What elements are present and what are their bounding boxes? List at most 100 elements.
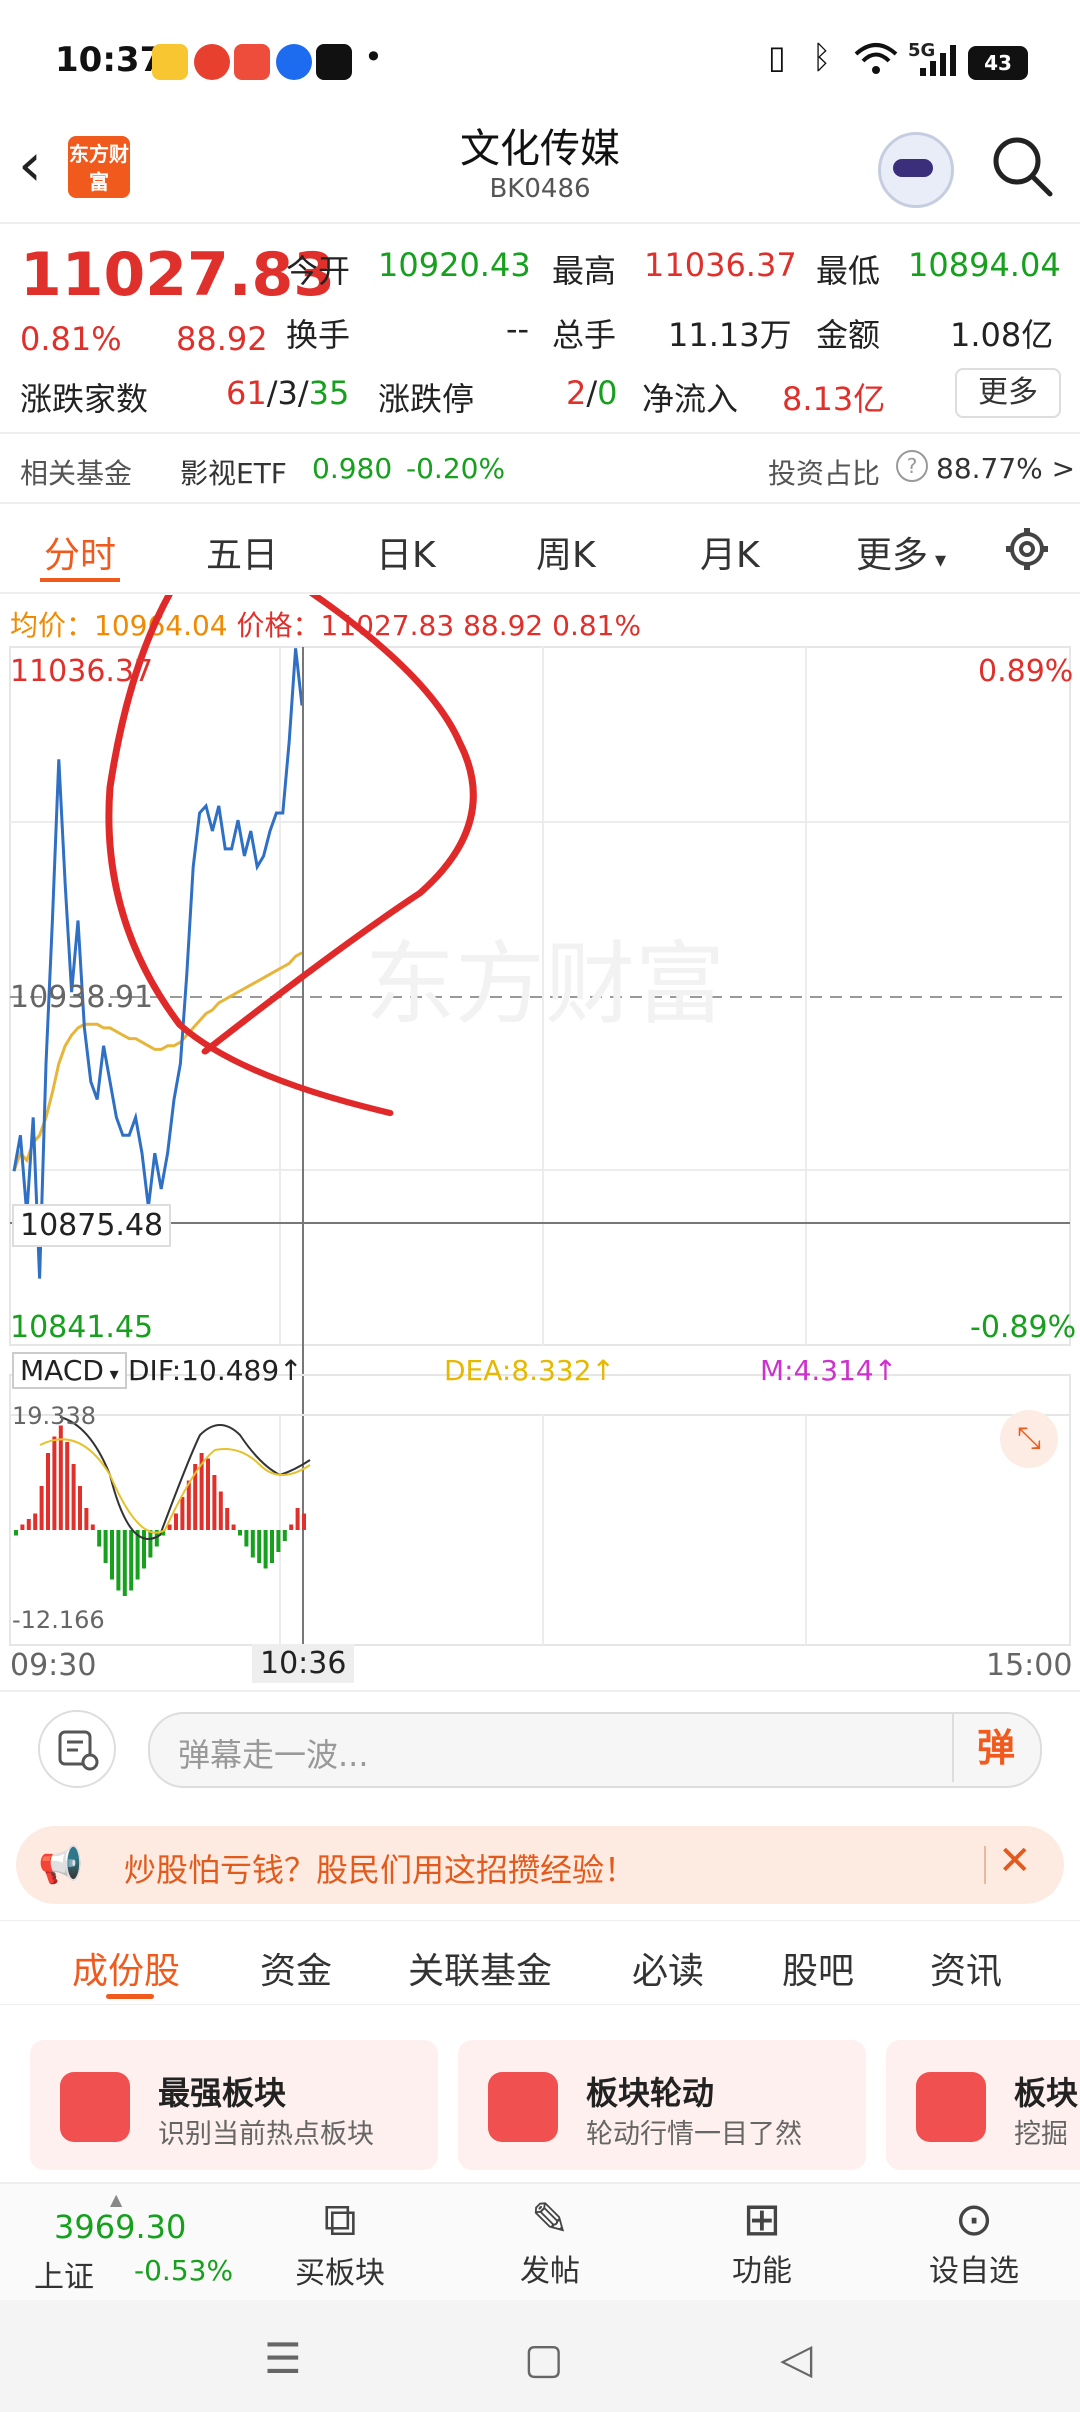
chevron-up-icon[interactable]: ▲	[110, 2190, 122, 2209]
dif-value: DIF:10.489↑	[128, 1354, 303, 1387]
battery-icon: 43	[968, 46, 1028, 80]
buy-sector-icon: ⧉	[323, 2192, 357, 2246]
macd-bar	[302, 1513, 306, 1530]
card-rotation-sub: 轮动行情一目了然	[586, 2119, 802, 2150]
limit-label: 涨跌停	[378, 380, 475, 418]
high-value: 11036.37	[644, 246, 797, 284]
more-button[interactable]: 更多	[955, 368, 1061, 418]
tab-monthly-k[interactable]: 月K	[700, 526, 760, 578]
macd-label: MACD	[20, 1354, 104, 1387]
card-partial-title: 板块	[1014, 2074, 1079, 2112]
invest-ratio-label: 投资占比	[768, 457, 881, 490]
index-pct[interactable]: -0.53%	[134, 2254, 233, 2287]
promo-text[interactable]: 炒股怕亏钱？股民们用这招攒经验！	[124, 1845, 636, 1891]
megaphone-icon: 📢	[38, 1845, 83, 1886]
nav-buy-sector[interactable]: ⧉ 买板块	[290, 2192, 390, 2292]
nav-add-watchlist[interactable]: ⊙ 设自选	[924, 2192, 1024, 2290]
system-nav-bar: ☰ ▢ ◁	[0, 2300, 1080, 2412]
inflow-value: 8.13亿	[782, 380, 886, 418]
active-tab-underline	[106, 1994, 154, 1999]
tab-funds[interactable]: 资金	[260, 1942, 332, 1994]
tab-related-funds[interactable]: 关联基金	[408, 1942, 552, 1994]
nav-post[interactable]: ✎ 发帖	[500, 2192, 600, 2290]
price-line	[12, 648, 304, 1279]
message-list-icon[interactable]	[38, 1710, 116, 1788]
macd-bar	[46, 1453, 50, 1530]
macd-bar	[122, 1530, 127, 1596]
y-bottom-label: 10841.45	[10, 1310, 154, 1345]
tab-more-label: 更多	[856, 535, 929, 576]
macd-bar	[71, 1464, 76, 1530]
back-nav-icon[interactable]: ◁	[780, 2334, 812, 2383]
y-mid-label: 10938.91	[10, 980, 154, 1015]
signal-icon	[920, 45, 956, 76]
card-rotation-title: 板块轮动	[586, 2074, 715, 2112]
index-name[interactable]: 上证	[34, 2252, 94, 2296]
intraday-chart[interactable]: 东方财富	[0, 595, 1080, 1695]
macd-bar	[295, 1508, 300, 1530]
tab-daily-k[interactable]: 日K	[376, 526, 436, 578]
macd-bar	[84, 1508, 89, 1530]
layers-icon	[916, 2072, 986, 2142]
macd-bar	[180, 1497, 185, 1530]
tab-more[interactable]: 更多 ▾	[856, 526, 946, 578]
capcut-app-icon	[316, 44, 352, 80]
price-polyline	[12, 648, 304, 1279]
y-bottom-pct-label: -0.89%	[970, 1310, 1077, 1345]
status-bar: 10:37 • ▯ ᛒ 5G 43	[0, 0, 1080, 120]
macd-bar	[282, 1530, 287, 1541]
tab-guba[interactable]: 股吧	[782, 1942, 854, 1994]
updown-counts: 61/3/35	[226, 374, 350, 412]
search-icon[interactable]	[990, 134, 1054, 198]
tab-intraday[interactable]: 分时	[44, 526, 116, 578]
meituan-app-icon	[152, 44, 188, 80]
invest-ratio-value[interactable]: 88.77% >	[936, 452, 1075, 485]
amount-value: 1.08亿	[950, 316, 1054, 354]
tab-must-read[interactable]: 必读	[632, 1942, 704, 1994]
rotation-icon	[488, 2072, 558, 2142]
macd-bar	[103, 1530, 108, 1563]
change-value: 88.92	[176, 320, 268, 358]
assistant-robot-icon[interactable]	[878, 132, 954, 208]
sector-chart-icon	[60, 2072, 130, 2142]
index-value[interactable]: 3969.30	[54, 2208, 186, 2246]
related-fund-label: 相关基金	[20, 457, 133, 490]
macd-bar	[238, 1530, 242, 1536]
macd-bar	[244, 1530, 249, 1547]
home-icon[interactable]: ▢	[524, 2334, 564, 2383]
header: ‹ 东方财富 文化传媒 BK0486	[0, 110, 1080, 220]
x-tick-crosshair: 10:36	[252, 1644, 355, 1683]
card-partial-sub: 挖掘	[1014, 2119, 1068, 2150]
danmaku-toggle-button[interactable]: 弹	[952, 1714, 1038, 1782]
flat-count: 3	[277, 374, 298, 412]
tab-weekly-k[interactable]: 周K	[536, 526, 596, 578]
macd-bar	[90, 1524, 95, 1530]
help-icon[interactable]: ?	[896, 450, 928, 482]
weibo-app-icon	[194, 44, 230, 80]
menu-icon[interactable]: ☰	[264, 2334, 302, 2383]
fund-name[interactable]: 影视ETF	[180, 452, 287, 492]
macd-bar	[142, 1530, 146, 1569]
macd-bar	[270, 1530, 274, 1563]
y-top-label: 11036.37	[10, 654, 154, 689]
nav-functions[interactable]: ⊞ 功能	[712, 2192, 812, 2290]
danmaku-placeholder: 弹幕走一波...	[178, 1736, 369, 1774]
browser-app-icon	[276, 44, 312, 80]
bluetooth-icon: ᛒ	[812, 38, 832, 76]
updown-label: 涨跌家数	[20, 380, 149, 418]
expand-icon[interactable]: ⤡	[1000, 1410, 1058, 1468]
up-count: 61	[226, 374, 267, 412]
macd-bar	[250, 1530, 255, 1558]
close-icon[interactable]: ✕	[998, 1838, 1032, 1884]
open-value: 10920.43	[378, 246, 531, 284]
open-label: 今开	[286, 252, 351, 290]
tab-five-day[interactable]: 五日	[206, 526, 278, 578]
x-tick-end: 15:00	[986, 1648, 1073, 1683]
macd-y-bottom: -12.166	[12, 1606, 105, 1634]
tab-news[interactable]: 资讯	[930, 1942, 1002, 1994]
macd-selector[interactable]: MACD ▾	[12, 1352, 127, 1389]
settings-gear-icon[interactable]	[1004, 526, 1050, 572]
turnover-label: 换手	[286, 316, 351, 354]
tab-constituents[interactable]: 成份股	[72, 1942, 180, 1994]
macd-bar	[52, 1436, 57, 1530]
